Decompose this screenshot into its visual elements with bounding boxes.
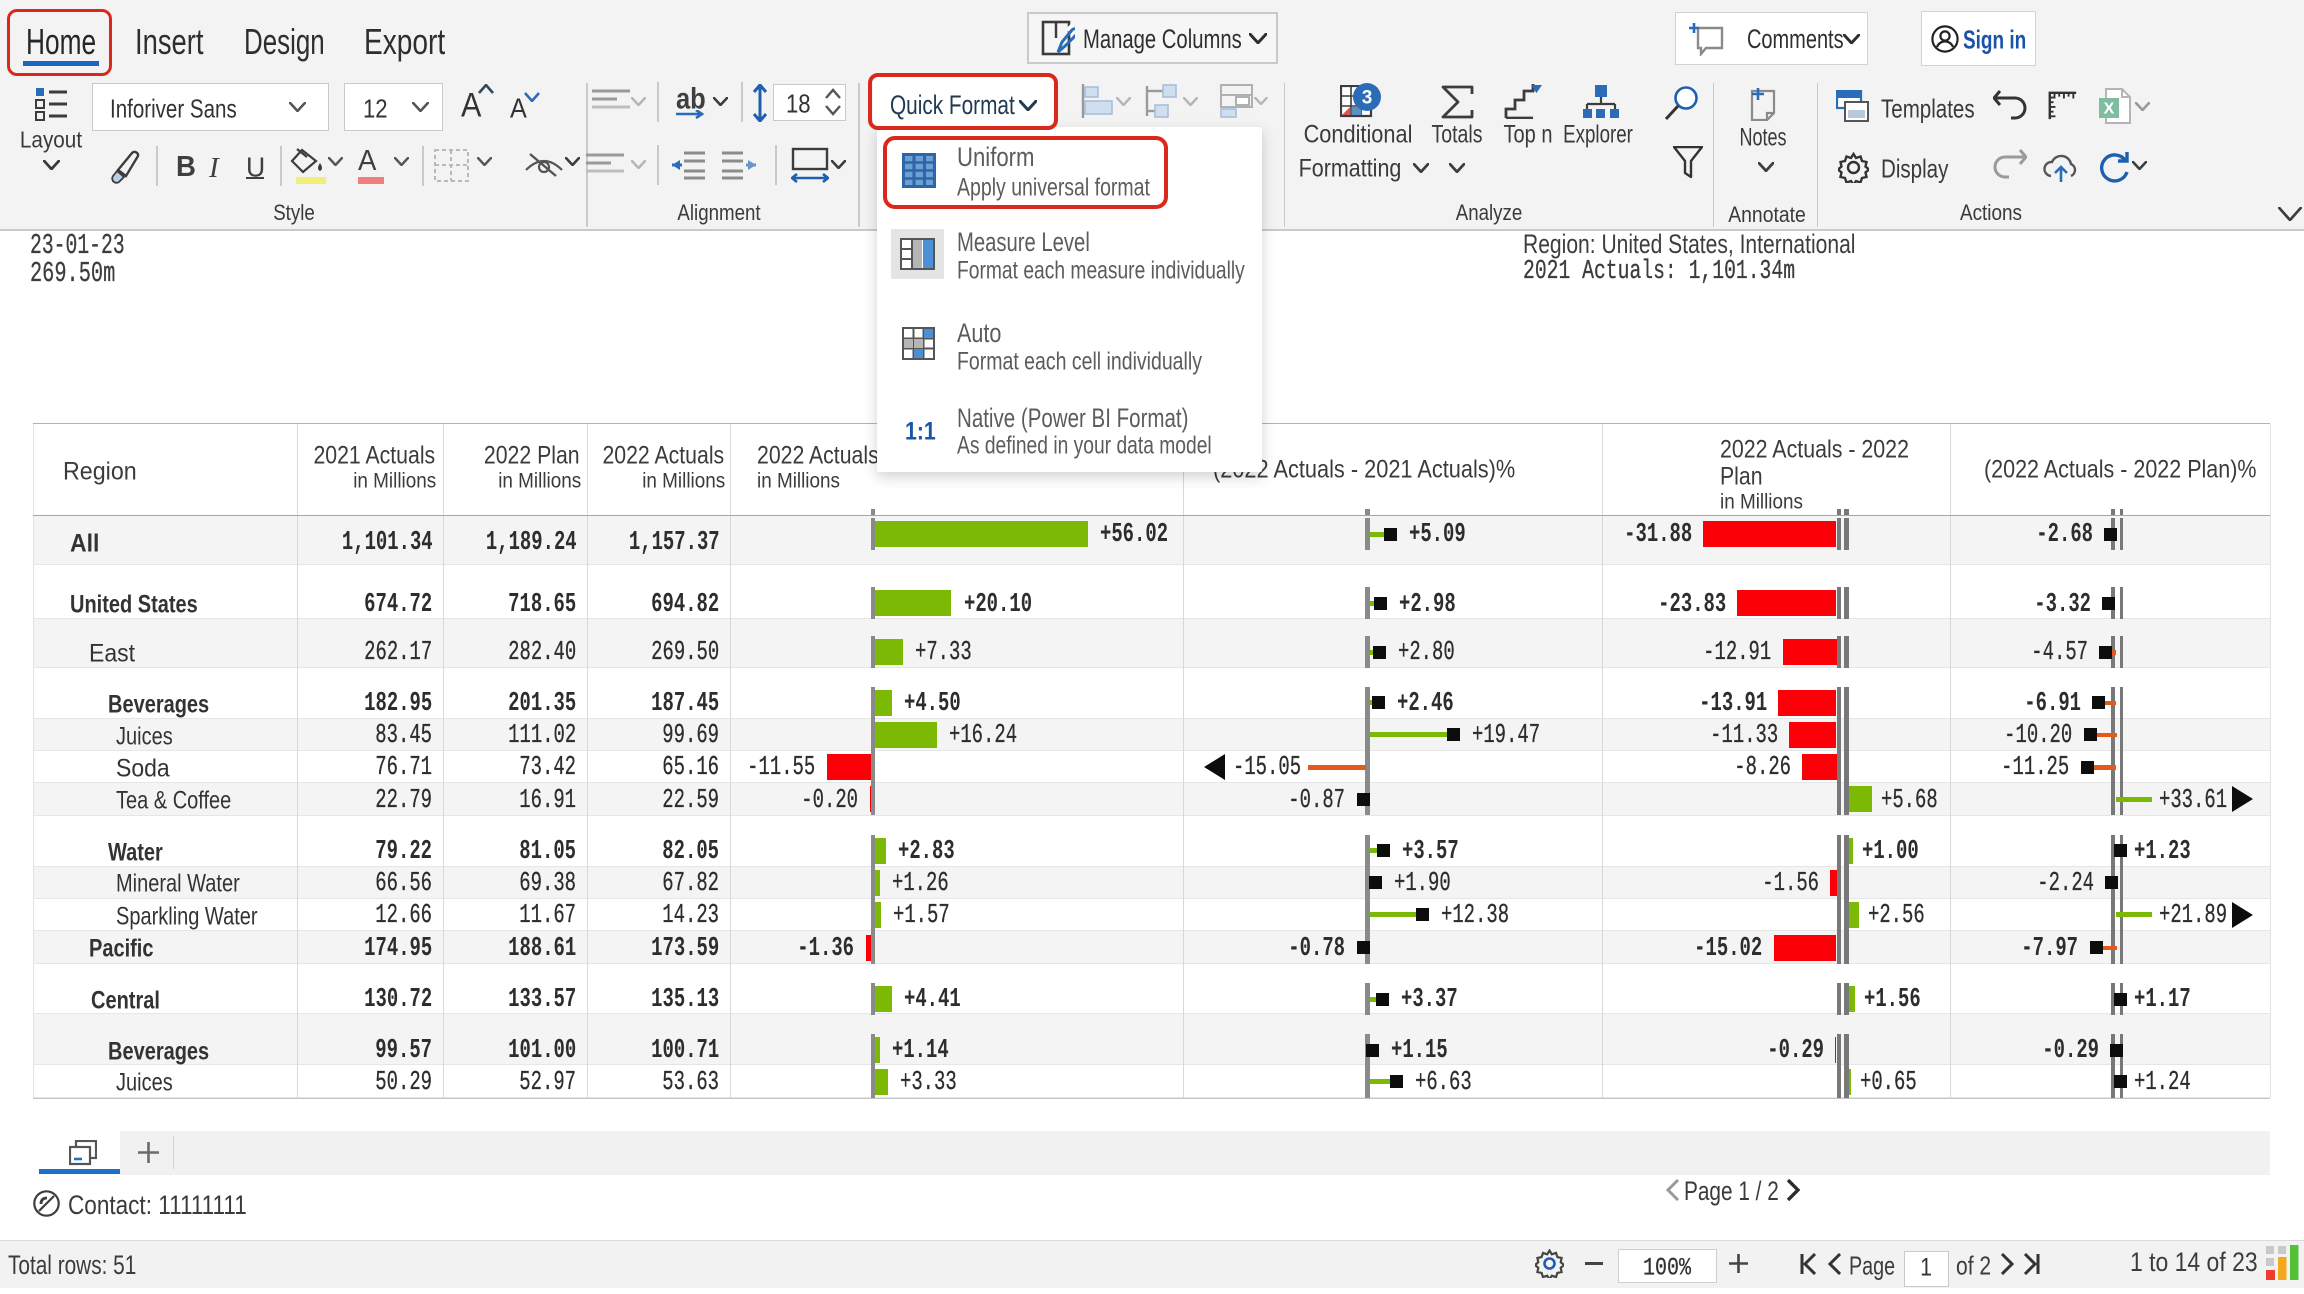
- svg-text:3: 3: [1362, 88, 1373, 109]
- svg-text:X: X: [2104, 101, 2115, 118]
